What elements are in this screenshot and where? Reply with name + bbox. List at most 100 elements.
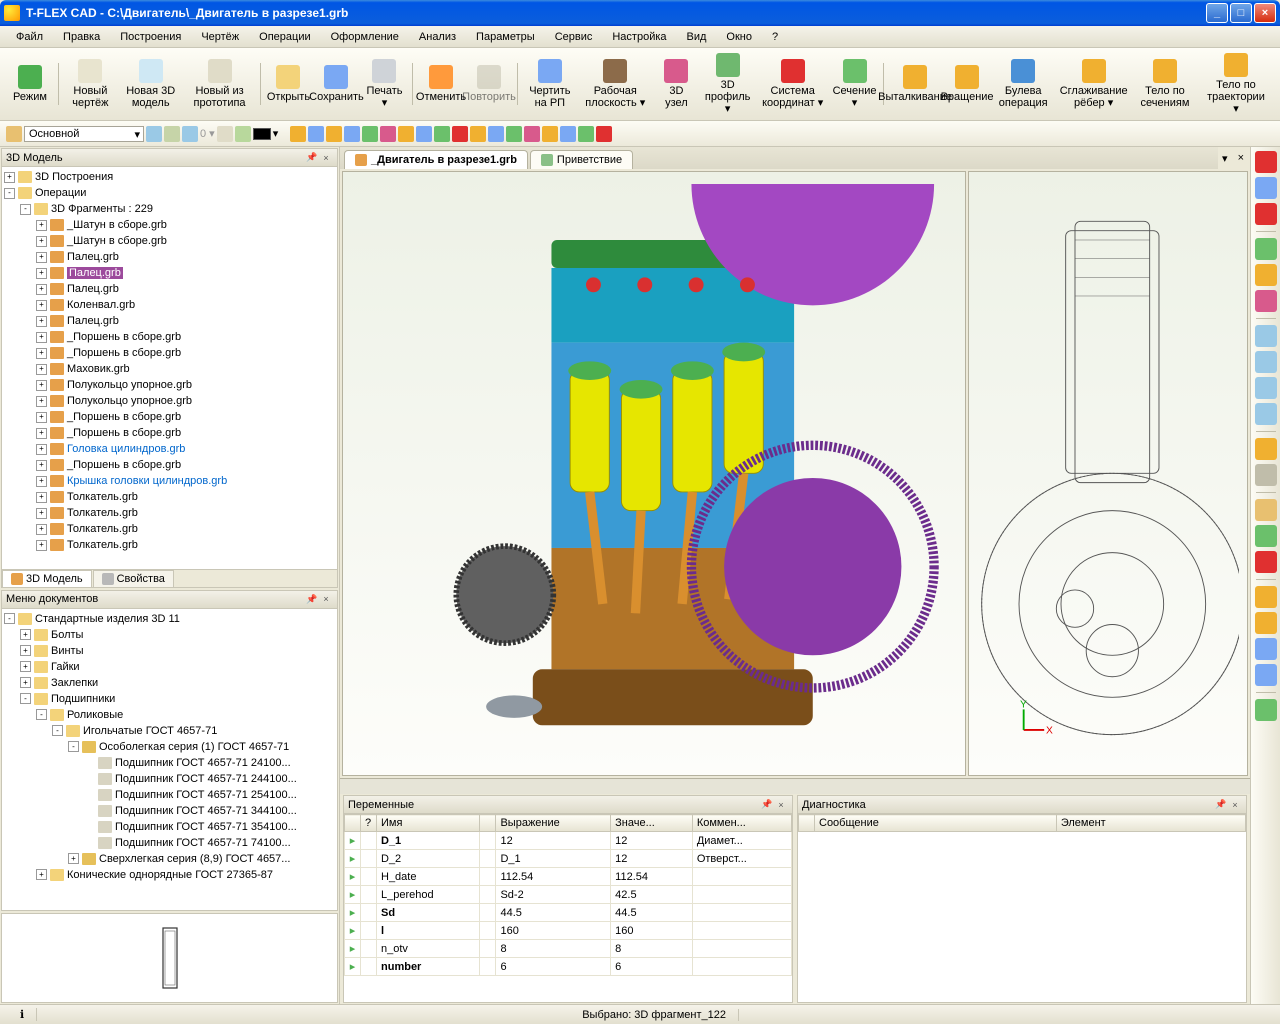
t2-icon[interactable]: [308, 126, 324, 142]
tree-node[interactable]: +_Поршень в сборе.grb: [4, 409, 335, 425]
variable-row[interactable]: ▸L_perehodSd-242.5: [345, 886, 792, 904]
color-swatch[interactable]: [253, 128, 271, 140]
t6-icon[interactable]: [380, 126, 396, 142]
tree-node[interactable]: +3D Построения: [4, 169, 335, 185]
tree-node[interactable]: +Коленвал.grb: [4, 297, 335, 313]
variable-row[interactable]: ▸D_2D_112Отверст...: [345, 850, 792, 868]
menu-Построения[interactable]: Построения: [110, 28, 191, 46]
t13-icon[interactable]: [506, 126, 522, 142]
orbit-icon[interactable]: [1255, 238, 1277, 260]
toolbtn-система[interactable]: Система координат ▾: [755, 56, 831, 112]
box2-icon[interactable]: [1255, 612, 1277, 634]
toolbtn-3d[interactable]: 3D узел: [652, 56, 700, 112]
prop-icon[interactable]: [164, 126, 180, 142]
t9-icon[interactable]: [434, 126, 450, 142]
toolbtn-отменить[interactable]: Отменить: [417, 62, 465, 106]
toolbtn-сглаживание[interactable]: Сглаживание рёбер ▾: [1055, 56, 1132, 112]
layer-combo[interactable]: Основной: [24, 126, 144, 142]
render-icon[interactable]: [1255, 438, 1277, 460]
toolbtn-повторить[interactable]: Повторить: [465, 62, 513, 106]
doc-tab[interactable]: Приветствие: [530, 150, 633, 169]
menu-Окно[interactable]: Окно: [716, 28, 762, 46]
tree-node[interactable]: +Гайки: [4, 659, 335, 675]
zoom-icon[interactable]: [1255, 377, 1277, 399]
pan-icon[interactable]: [1255, 264, 1277, 286]
variable-row[interactable]: ▸H_date112.54112.54: [345, 868, 792, 886]
tree-node[interactable]: +Винты: [4, 643, 335, 659]
tree-node[interactable]: +Толкатель.grb: [4, 521, 335, 537]
variable-row[interactable]: ▸number66: [345, 958, 792, 976]
tree-node[interactable]: +Палец.grb: [4, 249, 335, 265]
toolbtn-печать[interactable]: Печать ▾: [360, 56, 408, 112]
menu-Параметры[interactable]: Параметры: [466, 28, 545, 46]
check-icon[interactable]: [1255, 525, 1277, 547]
diagnostics-table[interactable]: СообщениеЭлемент: [798, 814, 1246, 832]
layers-icon[interactable]: [182, 126, 198, 142]
panel-close-button[interactable]: ×: [774, 798, 788, 812]
tree-node[interactable]: -Подшипники: [4, 691, 335, 707]
toolbtn-выталкивание[interactable]: Выталкивание: [887, 62, 943, 106]
tree-node[interactable]: +Полукольцо упорное.grb: [4, 377, 335, 393]
menu-Правка[interactable]: Правка: [53, 28, 110, 46]
axis-icon[interactable]: [1255, 290, 1277, 312]
t15-icon[interactable]: [542, 126, 558, 142]
tabgroup-close-button[interactable]: ×: [1232, 152, 1250, 164]
toolbtn-чертить[interactable]: Чертить на РП: [522, 56, 579, 112]
status-help-icon[interactable]: ℹ: [8, 1008, 37, 1021]
t4-icon[interactable]: [344, 126, 360, 142]
tree-node[interactable]: -Стандартные изделия 3D 11: [4, 611, 335, 627]
toolbtn-булева[interactable]: Булева операция: [991, 56, 1055, 112]
tab-3d-model[interactable]: 3D Модель: [2, 570, 92, 587]
t1-icon[interactable]: [290, 126, 306, 142]
tree-node[interactable]: +Толкатель.grb: [4, 505, 335, 521]
grid-icon[interactable]: [1255, 177, 1277, 199]
menu-Анализ[interactable]: Анализ: [409, 28, 466, 46]
pin-button[interactable]: 📌: [305, 592, 319, 606]
menu-Чертёж[interactable]: Чертёж: [191, 28, 249, 46]
menu-Операции[interactable]: Операции: [249, 28, 320, 46]
t8-icon[interactable]: [416, 126, 432, 142]
toolbtn-вращение[interactable]: Вращение: [943, 62, 991, 106]
t14-icon[interactable]: [524, 126, 540, 142]
toolbtn-открыть[interactable]: Открыть: [264, 62, 312, 106]
tree-node[interactable]: +_Шатун в сборе.grb: [4, 217, 335, 233]
tree-node[interactable]: Подшипник ГОСТ 4657-71 344100...: [4, 803, 335, 819]
tree-node[interactable]: +_Поршень в сборе.grb: [4, 425, 335, 441]
toolbtn-тело[interactable]: Тело по траектории ▾: [1198, 50, 1274, 118]
panel-close-button[interactable]: ×: [319, 592, 333, 606]
menu-?[interactable]: ?: [762, 28, 788, 46]
tree-node[interactable]: +Крышка головки цилиндров.grb: [4, 473, 335, 489]
toolbtn-новый[interactable]: Новый из прототипа: [183, 56, 256, 112]
tree-node[interactable]: +Заклепки: [4, 675, 335, 691]
variables-table[interactable]: ?ИмяВыражениеЗначе...Коммен... ▸D_11212Д…: [344, 814, 792, 976]
tree-node[interactable]: +Палец.grb: [4, 313, 335, 329]
toolbtn-3d[interactable]: 3D профиль ▾: [700, 50, 754, 118]
shade-icon[interactable]: [1255, 464, 1277, 486]
t10-icon[interactable]: [452, 126, 468, 142]
tree-node[interactable]: +Палец.grb: [4, 265, 335, 281]
variable-row[interactable]: ▸D_11212Диамет...: [345, 832, 792, 850]
box3-icon[interactable]: [1255, 638, 1277, 660]
t11-icon[interactable]: [470, 126, 486, 142]
t5-icon[interactable]: [362, 126, 378, 142]
viewport-scrollbar[interactable]: [340, 778, 1250, 794]
select-icon[interactable]: [235, 126, 251, 142]
box1-icon[interactable]: [1255, 586, 1277, 608]
zoom-fit-icon[interactable]: [1255, 325, 1277, 347]
tree-node[interactable]: -Роликовые: [4, 707, 335, 723]
variable-row[interactable]: ▸n_otv88: [345, 940, 792, 958]
t12-icon[interactable]: [488, 126, 504, 142]
tree-node[interactable]: Подшипник ГОСТ 4657-71 354100...: [4, 819, 335, 835]
box4-icon[interactable]: [1255, 664, 1277, 686]
t17-icon[interactable]: [578, 126, 594, 142]
layer-icon[interactable]: [6, 126, 22, 142]
tree-node[interactable]: +Толкатель.grb: [4, 489, 335, 505]
tree-node[interactable]: +Толкатель.grb: [4, 537, 335, 553]
toolbtn-новый[interactable]: Новый чертёж: [63, 56, 119, 112]
tree-node[interactable]: -Игольчатые ГОСТ 4657-71: [4, 723, 335, 739]
tree-node[interactable]: Подшипник ГОСТ 4657-71 244100...: [4, 771, 335, 787]
toolbtn-режим[interactable]: Режим: [6, 62, 54, 106]
toolbtn-рабочая[interactable]: Рабочая плоскость ▾: [578, 56, 652, 112]
osnap-icon[interactable]: [1255, 203, 1277, 225]
close-button[interactable]: ×: [1254, 3, 1276, 23]
